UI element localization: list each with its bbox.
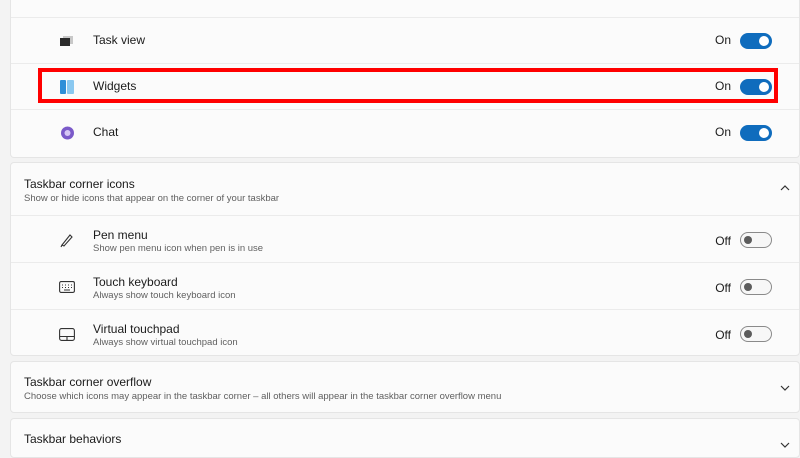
chevron-up-icon[interactable] xyxy=(779,182,791,194)
virtual-touchpad-row[interactable]: Virtual touchpad Always show virtual tou… xyxy=(11,309,799,356)
task-view-state: On xyxy=(714,33,731,47)
touch-keyboard-row[interactable]: Touch keyboard Always show touch keyboar… xyxy=(11,262,799,309)
keyboard-icon xyxy=(59,279,75,295)
corner-overflow-card[interactable]: Taskbar corner overflow Choose which ico… xyxy=(10,361,800,413)
behaviors-title: Taskbar behaviors xyxy=(24,432,122,446)
virtual-touchpad-label: Virtual touchpad xyxy=(93,322,180,336)
chevron-down-icon[interactable] xyxy=(779,382,791,394)
pen-menu-sublabel: Show pen menu icon when pen is in use xyxy=(93,243,264,254)
chat-row[interactable]: Chat On xyxy=(11,109,799,155)
corner-icons-description: Show or hide icons that appear on the co… xyxy=(24,193,280,204)
chat-toggle[interactable] xyxy=(740,125,772,141)
touch-keyboard-toggle[interactable] xyxy=(740,279,772,295)
corner-icons-card: Taskbar corner icons Show or hide icons … xyxy=(10,162,800,356)
corner-icons-title: Taskbar corner icons xyxy=(24,177,135,191)
virtual-touchpad-toggle[interactable] xyxy=(740,326,772,342)
chevron-down-icon[interactable] xyxy=(779,439,791,451)
widgets-highlight-box xyxy=(38,68,778,103)
virtual-touchpad-state: Off xyxy=(715,328,731,342)
pen-menu-state: Off xyxy=(715,234,731,248)
pen-icon xyxy=(59,232,75,248)
pen-menu-row[interactable]: Pen menu Show pen menu icon when pen is … xyxy=(11,215,799,262)
corner-overflow-title: Taskbar corner overflow xyxy=(24,375,152,389)
touch-keyboard-state: Off xyxy=(715,281,731,295)
pen-menu-label: Pen menu xyxy=(93,228,148,242)
task-view-label: Task view xyxy=(93,33,146,47)
chat-label: Chat xyxy=(93,125,119,139)
corner-icons-header[interactable]: Taskbar corner icons Show or hide icons … xyxy=(11,163,799,215)
corner-overflow-description: Choose which icons may appear in the tas… xyxy=(24,391,502,402)
virtual-touchpad-sublabel: Always show virtual touchpad icon xyxy=(93,337,238,348)
chat-icon xyxy=(59,125,75,141)
touch-keyboard-sublabel: Always show touch keyboard icon xyxy=(93,290,236,301)
task-view-icon xyxy=(59,33,75,49)
touchpad-icon xyxy=(59,326,75,342)
chat-state: On xyxy=(714,125,731,139)
pen-menu-toggle[interactable] xyxy=(740,232,772,248)
touch-keyboard-label: Touch keyboard xyxy=(93,275,178,289)
task-view-row[interactable]: Task view On xyxy=(11,17,799,63)
task-view-toggle[interactable] xyxy=(740,33,772,49)
behaviors-card[interactable]: Taskbar behaviors xyxy=(10,418,800,458)
